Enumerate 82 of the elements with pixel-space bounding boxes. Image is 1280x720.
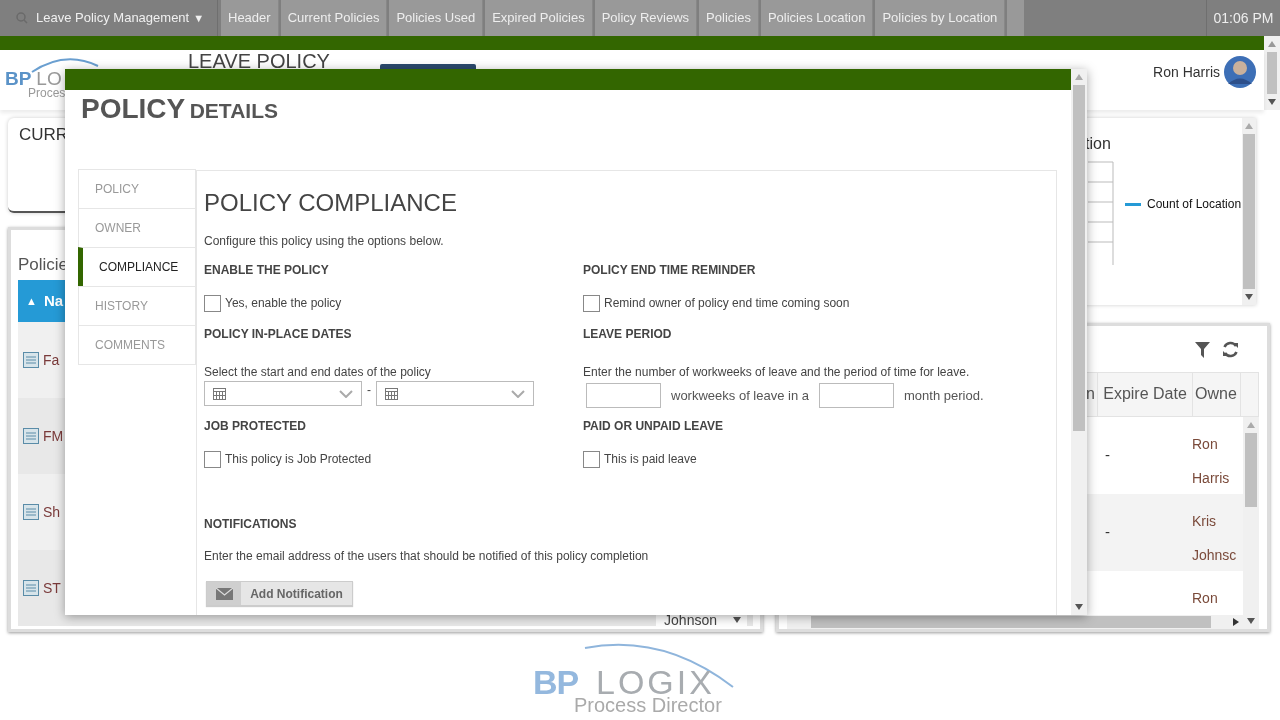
column-header[interactable]: Owne <box>1193 373 1241 416</box>
nav-tab[interactable]: Current Policies <box>280 0 388 36</box>
table-cell: Johnson <box>664 611 717 629</box>
section-title: POLICY COMPLIANCE <box>204 191 458 215</box>
field-hint: Enter the email address of the users that should be notified of this policy completion <box>204 548 650 565</box>
checkbox-label: Yes, enable the policy <box>225 295 342 312</box>
tab-strip-end <box>1007 0 1025 36</box>
sentence-text: month period. <box>904 386 984 405</box>
date-field[interactable] <box>376 381 534 406</box>
chevron-icon <box>339 389 353 398</box>
footer-logo: BP LOGIX Process Director <box>533 643 738 715</box>
field-heading: NOTIFICATIONS <box>204 516 298 533</box>
checkbox-label: This is paid leave <box>604 451 697 468</box>
table-cell-text: Ron <box>1192 589 1219 608</box>
checkbox[interactable] <box>204 450 221 468</box>
side-tab[interactable]: COMMENTS <box>78 325 196 365</box>
scrollbar[interactable] <box>1071 69 1087 615</box>
filter-icon[interactable] <box>1195 342 1210 358</box>
nav-tab[interactable]: Policies Location <box>760 0 874 36</box>
scroll-arrow-icon[interactable] <box>1268 99 1276 105</box>
checkbox-label: Remind owner of policy end time coming soon <box>604 295 850 312</box>
side-tab[interactable]: HISTORY <box>78 286 196 326</box>
table-cell-text: Kris Johnsc <box>1192 512 1238 565</box>
chevron-icon <box>511 389 525 398</box>
range-separator: - <box>367 382 371 399</box>
field-heading: PAID OR UNPAID LEAVE <box>583 418 724 435</box>
scroll-arrow-icon[interactable] <box>1245 294 1253 300</box>
scroll-arrow-icon[interactable] <box>1075 604 1083 610</box>
checkbox-label: This policy is Job Protected <box>225 451 372 468</box>
nav-tab[interactable]: Expired Policies <box>485 0 593 36</box>
list-icon <box>23 352 39 368</box>
legend-label: Count of Location <box>1147 196 1242 213</box>
table-cell-text: FM <box>43 426 64 446</box>
table-cell-text: Fa <box>43 350 60 370</box>
input-field[interactable] <box>819 383 894 408</box>
add-notification-button[interactable]: Add Notification <box>206 581 353 606</box>
nav-tab[interactable]: Policy Reviews <box>594 0 698 36</box>
field-hint: Select the start and end dates of the policy <box>204 364 432 381</box>
checkbox[interactable] <box>583 450 600 468</box>
sentence-text: workweeks of leave in a <box>671 386 809 405</box>
horizontal-scrollbar[interactable] <box>811 616 1211 628</box>
input-field[interactable] <box>586 383 661 408</box>
field-heading: JOB PROTECTED <box>204 418 307 435</box>
side-tab[interactable]: OWNER <box>78 208 196 248</box>
date-field[interactable] <box>204 381 362 406</box>
table-cell-text: ST <box>43 578 61 598</box>
table-cell-text: - <box>1105 445 1110 466</box>
list-icon <box>23 428 39 444</box>
field-hint: Enter the number of workweeks of leave and the period of time for leave. <box>583 364 971 381</box>
table-cell-text: Ron Harris <box>1192 435 1231 488</box>
nav-tab[interactable]: Policies by Location <box>875 0 1006 36</box>
user-name: Ron Harris <box>1153 63 1220 82</box>
table-cell-text: Sh <box>43 502 61 522</box>
calendar-icon <box>385 387 398 400</box>
clock-time: 01:06 PM <box>1213 8 1274 28</box>
field-heading: LEAVE PERIOD <box>583 326 673 343</box>
calendar-icon <box>213 387 226 400</box>
side-tab[interactable]: COMPLIANCE <box>78 247 196 287</box>
column-header[interactable]: Expire Date <box>1098 373 1193 416</box>
checkbox[interactable] <box>204 294 221 312</box>
table-cell-text: - <box>1105 522 1110 543</box>
scroll-arrow-icon[interactable] <box>733 617 741 623</box>
page-title: LEAVE POLICY <box>188 51 330 71</box>
field-heading: POLICY IN-PLACE DATES <box>204 326 353 343</box>
avatar <box>1224 56 1256 88</box>
refresh-icon[interactable] <box>1222 341 1239 359</box>
envelope-icon <box>215 587 233 600</box>
side-tab[interactable]: POLICY <box>78 169 196 209</box>
section-intro: Configure this policy using the options below. <box>204 233 445 250</box>
scrollbar[interactable] <box>1243 417 1259 629</box>
list-icon <box>23 580 39 596</box>
page-scrollbar[interactable] <box>1264 36 1280 110</box>
nav-tab[interactable]: Header <box>221 0 279 36</box>
field-heading: POLICY END TIME REMINDER <box>583 262 757 279</box>
checkbox[interactable] <box>583 294 600 312</box>
nav-tab[interactable]: Policies <box>699 0 759 36</box>
scrollbar[interactable] <box>1242 118 1256 305</box>
nav-tab[interactable]: Policies Used <box>389 0 484 36</box>
field-heading: ENABLE THE POLICY <box>204 262 330 279</box>
modal-title: POLICY DETAILS <box>81 95 279 123</box>
list-icon <box>23 504 39 520</box>
panel-title: Policie <box>18 254 69 276</box>
